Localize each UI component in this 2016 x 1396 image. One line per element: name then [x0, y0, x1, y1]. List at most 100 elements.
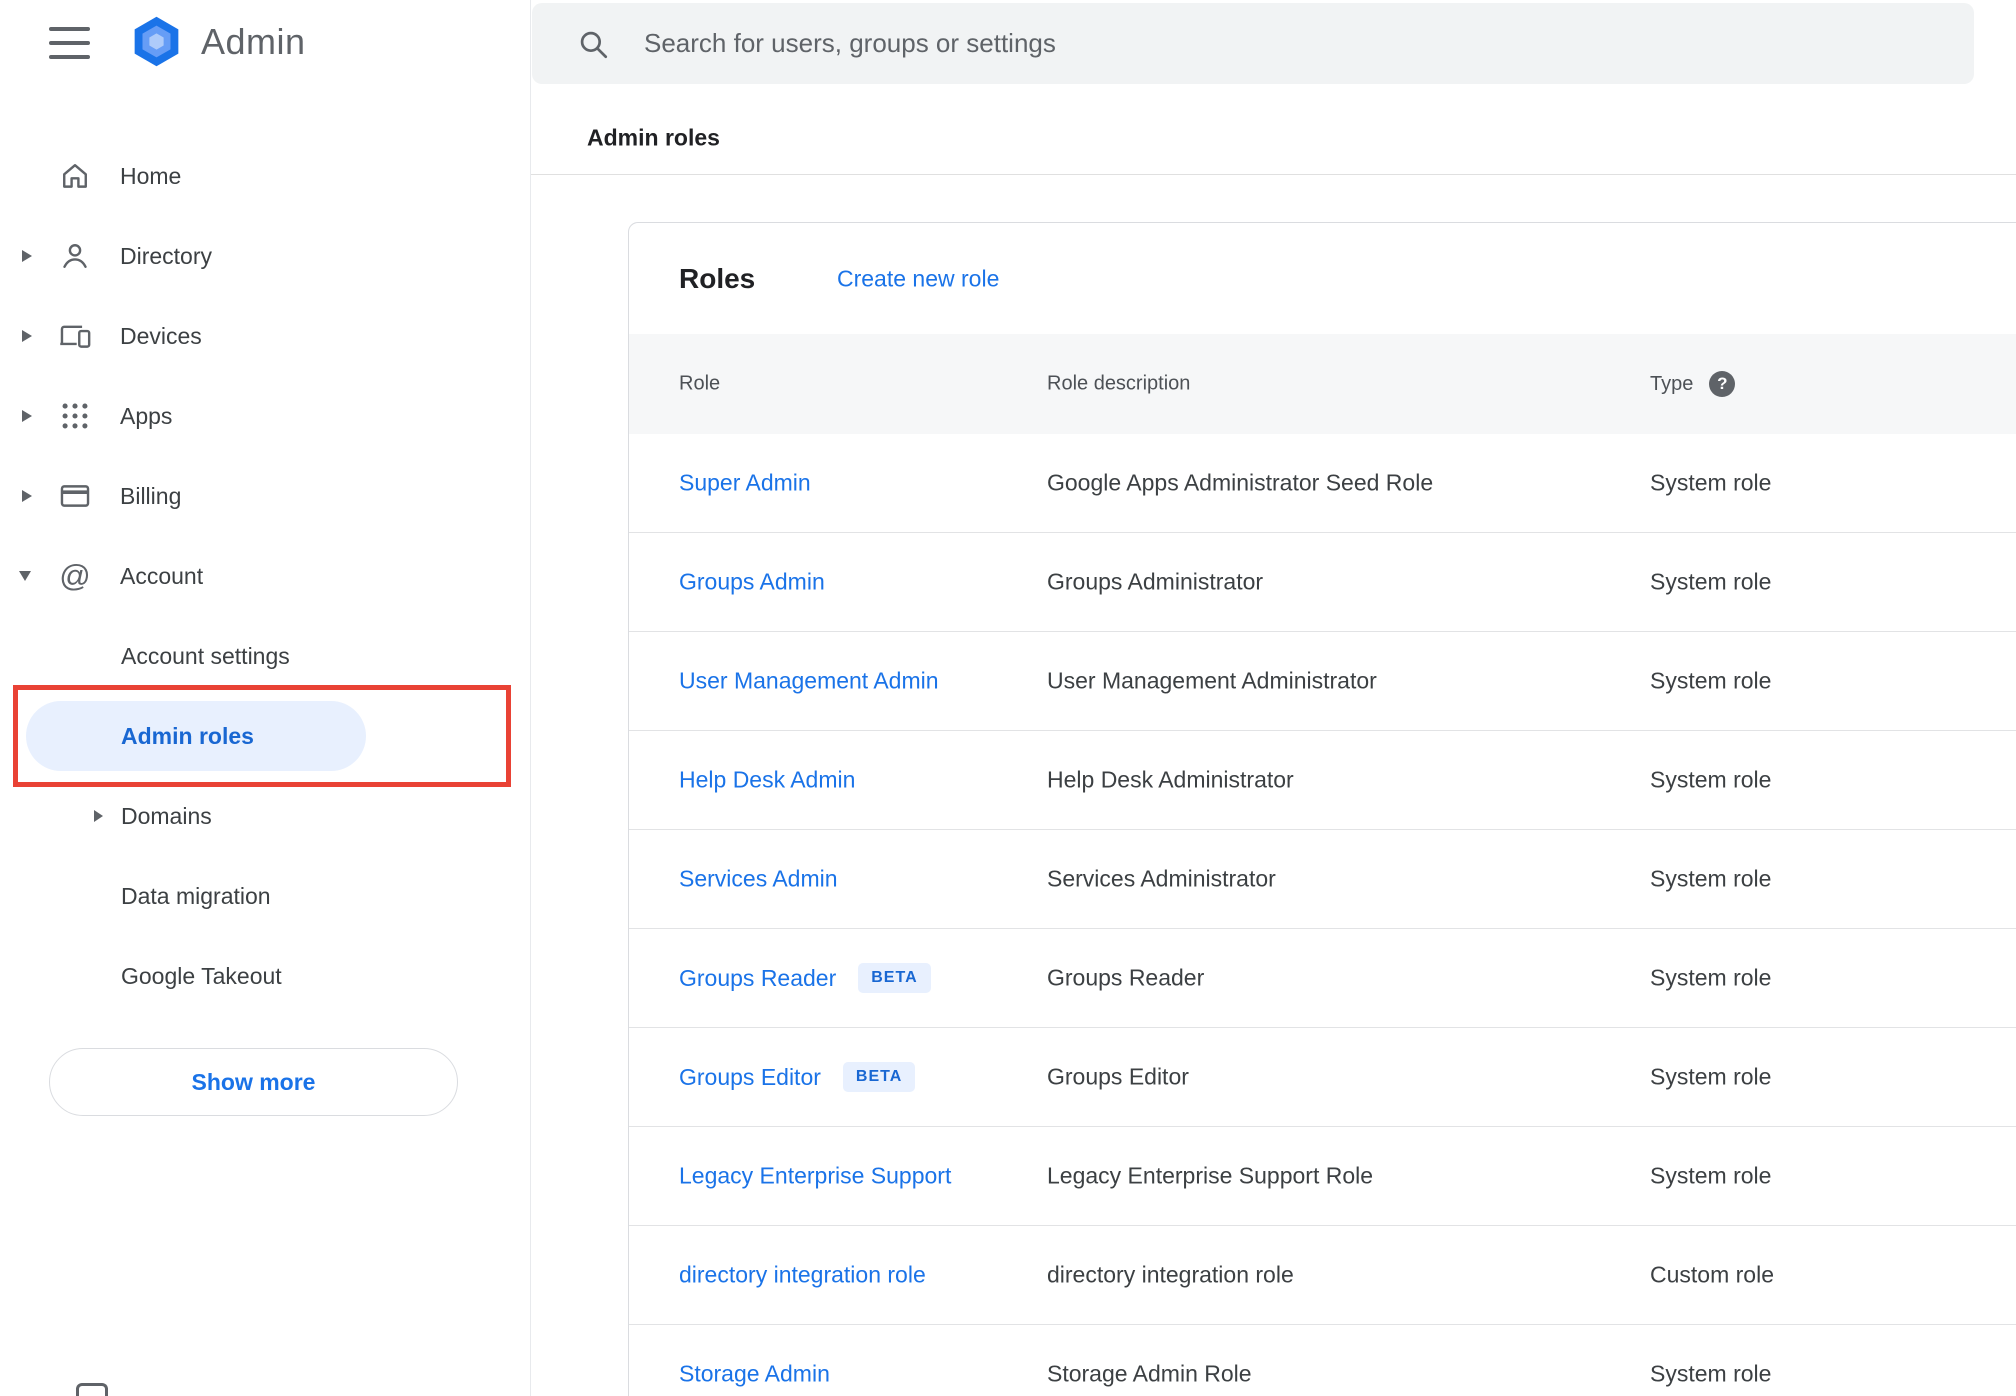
- billing-card-icon: [58, 479, 92, 513]
- role-type: System role: [1650, 1063, 1772, 1090]
- show-more-button[interactable]: Show more: [49, 1048, 458, 1116]
- chevron-right-icon[interactable]: [22, 250, 32, 262]
- table-row: Storage Admin Storage Admin Role System …: [629, 1325, 2016, 1396]
- table-row: Groups Editor BETA Groups Editor System …: [629, 1028, 2016, 1127]
- role-link[interactable]: directory integration role: [679, 1262, 926, 1289]
- role-description: Groups Reader: [1047, 964, 1205, 991]
- role-type: System role: [1650, 568, 1772, 595]
- menu-icon[interactable]: [49, 27, 90, 59]
- role-link[interactable]: Legacy Enterprise Support: [679, 1163, 951, 1190]
- sidebar-item-label: Devices: [120, 322, 202, 349]
- role-description: User Management Administrator: [1047, 667, 1377, 694]
- sidebar-item-devices[interactable]: Devices: [0, 296, 530, 376]
- role-type: System role: [1650, 766, 1772, 793]
- breadcrumb: Admin roles: [587, 124, 720, 151]
- role-cell: directory integration role: [679, 1262, 926, 1289]
- sidebar-item-label: Account: [120, 562, 204, 589]
- role-link[interactable]: User Management Admin: [679, 668, 939, 695]
- beta-badge: BETA: [858, 963, 931, 993]
- role-description: Legacy Enterprise Support Role: [1047, 1162, 1374, 1189]
- sidebar-item-label: Home: [120, 162, 182, 189]
- sidebar-item-home[interactable]: Home: [0, 136, 530, 216]
- role-cell: Groups Editor BETA: [679, 1062, 916, 1092]
- role-description: Services Administrator: [1047, 865, 1276, 892]
- sidebar-item-apps[interactable]: Apps: [0, 376, 530, 456]
- sidebar-item-label: Directory: [120, 242, 213, 269]
- search-input[interactable]: [644, 3, 1974, 84]
- role-link[interactable]: Help Desk Admin: [679, 767, 855, 794]
- menu-bar: [49, 27, 90, 31]
- menu-bar: [49, 55, 90, 59]
- admin-console: Admin Home Directory Devices Apps Billin…: [0, 0, 2016, 1396]
- at-icon: @: [59, 558, 91, 593]
- admin-logo[interactable]: Admin: [128, 13, 306, 70]
- role-type: System role: [1650, 1162, 1772, 1189]
- role-type: System role: [1650, 667, 1772, 694]
- column-header-type-label: Type: [1650, 372, 1694, 395]
- role-description: Groups Editor: [1047, 1063, 1189, 1090]
- role-link[interactable]: Services Admin: [679, 866, 838, 893]
- sidebar-item-admin-roles[interactable]: Admin roles: [0, 696, 530, 776]
- sidebar-item-label: Domains: [121, 802, 212, 829]
- sidebar-item-data-migration[interactable]: Data migration: [0, 856, 530, 936]
- role-link[interactable]: Groups Admin: [679, 569, 825, 596]
- roles-card: Roles Create new role Role Role descript…: [628, 222, 2016, 1396]
- sidebar-item-directory[interactable]: Directory: [0, 216, 530, 296]
- roles-table-body: Super Admin Google Apps Administrator Se…: [629, 434, 2016, 1396]
- role-type: System role: [1650, 865, 1772, 892]
- help-icon[interactable]: ?: [1709, 371, 1736, 397]
- role-cell: Help Desk Admin: [679, 767, 855, 794]
- role-cell: Super Admin: [679, 470, 811, 497]
- main-content: Admin roles Roles Create new role Role R…: [531, 0, 2016, 1396]
- chevron-right-icon[interactable]: [22, 330, 32, 342]
- roles-card-header: Roles Create new role: [629, 223, 2016, 334]
- roles-title: Roles: [679, 262, 756, 294]
- divider: [531, 174, 2016, 175]
- table-row: Groups Admin Groups Administrator System…: [629, 533, 2016, 632]
- role-link[interactable]: Groups Reader: [679, 965, 836, 992]
- role-cell: Groups Reader BETA: [679, 963, 931, 993]
- role-type: System role: [1650, 469, 1772, 496]
- role-link[interactable]: Storage Admin: [679, 1361, 830, 1388]
- role-link[interactable]: Super Admin: [679, 470, 811, 497]
- search-icon[interactable]: [576, 27, 610, 61]
- sidebar-item-billing[interactable]: Billing: [0, 456, 530, 536]
- chevron-right-icon[interactable]: [22, 410, 32, 422]
- sidebar-item-label: Account settings: [121, 642, 290, 669]
- beta-badge: BETA: [842, 1062, 916, 1092]
- role-link[interactable]: Groups Editor: [679, 1064, 821, 1091]
- chevron-right-icon[interactable]: [94, 810, 103, 822]
- sidebar-item-account[interactable]: @ Account: [0, 536, 530, 616]
- app-title: Admin: [201, 20, 306, 62]
- role-type: System role: [1650, 1360, 1772, 1387]
- role-description: directory integration role: [1047, 1261, 1294, 1288]
- table-row: Groups Reader BETA Groups Reader System …: [629, 929, 2016, 1028]
- sidebar-item-domains[interactable]: Domains: [0, 776, 530, 856]
- role-description: Help Desk Administrator: [1047, 766, 1294, 793]
- chevron-right-icon[interactable]: [22, 490, 32, 502]
- role-description: Google Apps Administrator Seed Role: [1047, 469, 1434, 496]
- create-new-role-link[interactable]: Create new role: [837, 265, 999, 292]
- column-header-type: Type ?: [1650, 371, 1736, 397]
- devices-icon: [58, 319, 92, 353]
- role-description: Groups Administrator: [1047, 568, 1264, 595]
- search-bar[interactable]: [532, 3, 1974, 84]
- sidebar-item-account-settings[interactable]: Account settings: [0, 616, 530, 696]
- role-description: Storage Admin Role: [1047, 1360, 1252, 1387]
- table-row: directory integration role directory int…: [629, 1226, 2016, 1325]
- sidebar-item-google-takeout[interactable]: Google Takeout: [0, 936, 530, 1016]
- sidebar-item-label: Admin roles: [121, 722, 254, 749]
- sidebar: Admin Home Directory Devices Apps Billin…: [0, 0, 531, 1396]
- table-header: Role Role description Type ?: [629, 334, 2016, 434]
- role-cell: Legacy Enterprise Support: [679, 1163, 951, 1190]
- table-row: Help Desk Admin Help Desk Administrator …: [629, 731, 2016, 830]
- apps-grid-icon: [58, 399, 92, 433]
- menu-bar: [49, 41, 90, 45]
- sidebar-item-label: Google Takeout: [121, 962, 282, 989]
- role-cell: Groups Admin: [679, 569, 825, 596]
- sidebar-item-label: Billing: [120, 482, 182, 509]
- chevron-down-icon[interactable]: [19, 571, 31, 581]
- role-cell: User Management Admin: [679, 668, 939, 695]
- sidebar-nav: Home Directory Devices Apps Billing @ Ac…: [0, 136, 530, 1016]
- home-icon: [58, 159, 92, 193]
